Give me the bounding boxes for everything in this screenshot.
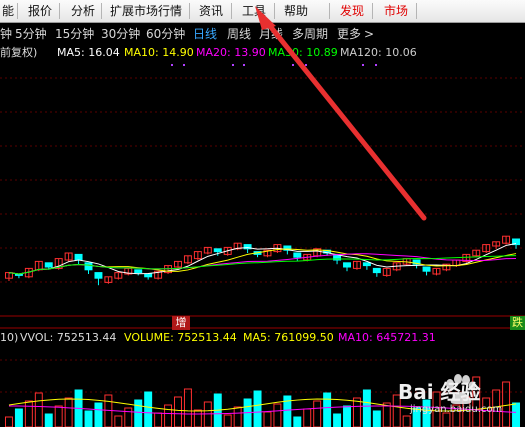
volume-bar — [253, 390, 262, 427]
marker-dot — [375, 64, 377, 66]
volume-bar — [14, 408, 23, 427]
marker-dot — [305, 64, 307, 66]
volume-bar — [54, 405, 63, 427]
volume-ma5-readout: MA5: 761099.50 — [243, 331, 334, 344]
volume-indicator-bar: 10) VVOL: 752513.44 VOLUME: 752513.44 MA… — [0, 330, 525, 346]
candle-body — [94, 272, 103, 279]
volume-bar — [44, 413, 53, 427]
volume-bar — [273, 403, 282, 427]
volume-bar — [303, 408, 312, 427]
volume-bar — [323, 392, 332, 427]
volume-bar — [144, 391, 153, 427]
candle-body — [422, 266, 431, 272]
volume-bar — [124, 407, 133, 427]
volume-bar — [382, 402, 391, 427]
marker-dot — [362, 64, 364, 66]
candle-body — [372, 267, 381, 274]
marker-dot — [292, 64, 294, 66]
candle-body — [343, 262, 351, 268]
marker-dot — [183, 64, 185, 66]
marker-dot — [232, 64, 234, 66]
volume-bar — [193, 409, 202, 427]
marker-dot — [243, 64, 245, 66]
candle-body — [134, 269, 143, 274]
candle-body — [84, 262, 93, 271]
volume-bar — [24, 400, 33, 427]
volume-bar — [372, 410, 381, 427]
volume-bar — [293, 416, 302, 427]
volume-bar — [343, 405, 351, 427]
volume-bar — [94, 402, 103, 427]
volume-bar — [263, 411, 272, 427]
volume-bar — [34, 392, 43, 427]
volume-bar — [352, 397, 361, 427]
volume-bar — [183, 388, 192, 427]
fall-tag: 跌 — [510, 316, 525, 330]
watermark-brand: Bai 经验 — [398, 380, 481, 404]
volume-bar — [84, 410, 93, 427]
volume-bar — [362, 389, 371, 427]
volume-bar — [233, 406, 242, 427]
baidu-watermark: Bai 经验 jingyan.baidu.com — [392, 368, 522, 422]
candle-body — [44, 262, 53, 268]
volume-bar — [313, 400, 322, 427]
candle-body — [293, 252, 302, 258]
kline-chart[interactable] — [0, 0, 525, 427]
increase-tag: 增 — [172, 316, 190, 330]
vvol-readout: VVOL: 752513.44 — [20, 331, 117, 344]
watermark-url: jingyan.baidu.com — [410, 404, 503, 415]
volume-bar — [4, 416, 13, 427]
volume-param-label: 10) — [0, 331, 19, 344]
volume-readout: VOLUME: 752513.44 — [124, 331, 237, 344]
candle-body — [362, 262, 371, 267]
marker-dot — [171, 64, 173, 66]
volume-bar — [174, 396, 182, 427]
candle-body — [74, 253, 83, 261]
volume-bar — [114, 415, 123, 427]
volume-bar — [203, 401, 212, 427]
volume-bar — [333, 413, 342, 427]
candle-body — [213, 248, 222, 253]
volume-bar — [154, 412, 163, 427]
volume-bar — [164, 404, 173, 427]
volume-bar — [223, 414, 232, 427]
volume-bar — [134, 399, 143, 427]
volume-ma10-readout: MA10: 645721.31 — [338, 331, 436, 344]
candle-body — [144, 273, 153, 278]
volume-bar — [64, 397, 73, 427]
